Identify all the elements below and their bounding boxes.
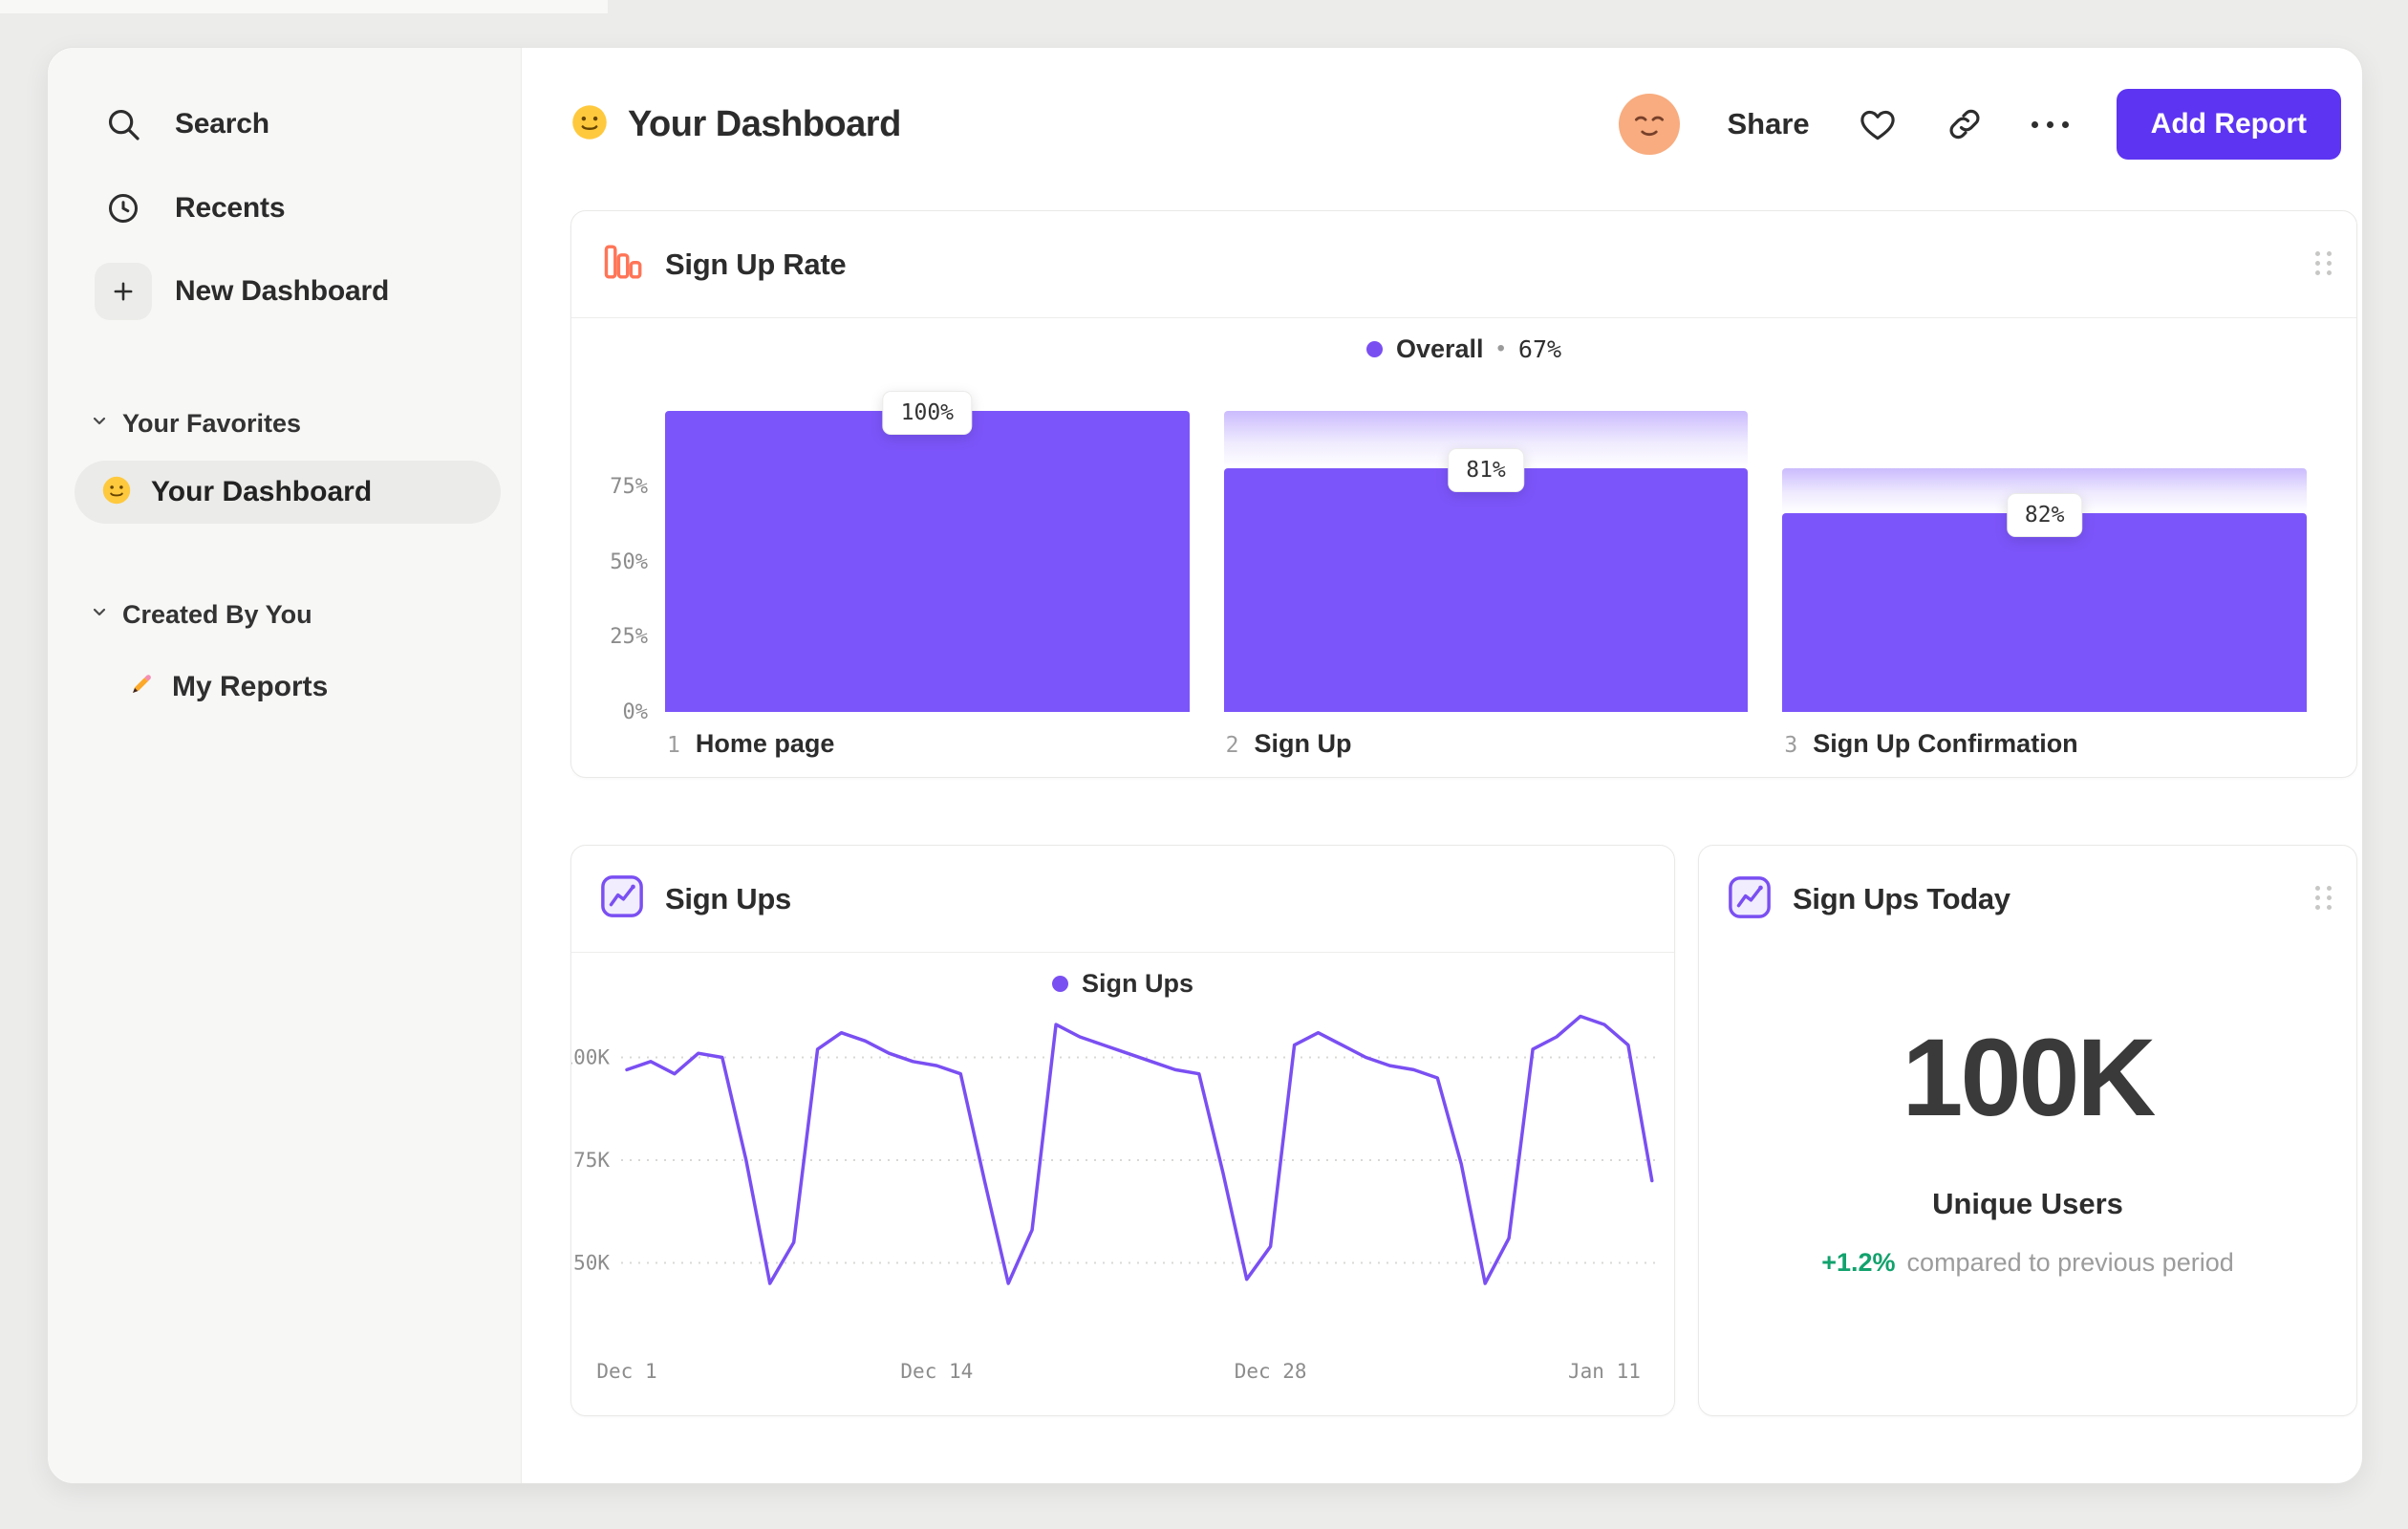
sign-ups-today-title: Sign Ups Today [1793, 882, 2010, 915]
svg-text:75K: 75K [573, 1149, 610, 1172]
drag-handle-dots[interactable] [2315, 251, 2332, 275]
sign-ups-card: Sign Ups Sign Ups 100K 75K 50K Dec 1 Dec 14 D… [570, 845, 1675, 1416]
sign-ups-line-chart[interactable]: 100K 75K 50K Dec 1 Dec 14 Dec 28 Jan 11 [571, 996, 1674, 1407]
funnel-step-column: 100% 1 Home page [665, 391, 1190, 758]
funnel-value-tooltip: 81% [1448, 447, 1524, 492]
funnel-chart-icon [600, 240, 644, 289]
stat-delta-value: +1.2% [1821, 1248, 1896, 1277]
sidebar-section-your-favorites[interactable]: Your Favorites [90, 409, 301, 439]
funnel-step-label: 3 Sign Up Confirmation [1784, 729, 2077, 759]
funnel-bar[interactable] [1782, 513, 2308, 712]
smiley-emoji [570, 103, 609, 146]
created-section-label: Created By You [122, 600, 312, 629]
favorites-item-label: Your Dashboard [151, 476, 373, 507]
funnel-value-tooltip: 100% [882, 391, 973, 435]
funnel-y-axis: 75% 50% 25% 0% [600, 411, 654, 724]
background-window-artifact [0, 0, 608, 13]
svg-text:Dec 1: Dec 1 [596, 1360, 656, 1383]
created-item-label: My Reports [172, 671, 329, 702]
svg-text:Dec 14: Dec 14 [900, 1360, 973, 1383]
page-header: Your Dashboard Share Add Report [570, 88, 2341, 161]
sign-ups-title: Sign Ups [665, 881, 791, 915]
stat-value: 100K [1902, 1017, 2157, 1139]
funnel-step-name: Home page [695, 729, 835, 758]
pencil-emoji [126, 671, 155, 704]
funnel-step-name: Sign Up [1254, 729, 1352, 758]
sign-up-rate-card: Sign Up Rate Overall • 67% 75% 50% 25% 0… [570, 210, 2357, 778]
stat-delta-row: +1.2% compared to previous period [1821, 1248, 2234, 1278]
legend-dot [1051, 975, 1068, 992]
stat-delta-description: compared to previous period [1906, 1248, 2234, 1277]
svg-text:50K: 50K [573, 1252, 610, 1275]
funnel-step-label: 2 Sign Up [1226, 729, 1352, 759]
y-axis-tick: 75% [610, 474, 648, 499]
clock-icon [95, 180, 152, 237]
line-chart-icon [1728, 875, 1772, 924]
sidebar-search-label: Search [175, 108, 269, 140]
funnel-bar[interactable] [665, 411, 1190, 712]
legend-dot [1365, 340, 1383, 357]
search-icon [95, 96, 152, 153]
sidebar-item-new-dashboard[interactable]: New Dashboard [95, 263, 389, 320]
funnel-legend: Overall • 67% [571, 318, 2356, 379]
funnel-step-number: 3 [1784, 733, 1798, 758]
page-title: Your Dashboard [628, 103, 901, 144]
line-legend-label: Sign Ups [1081, 968, 1193, 998]
funnel-step-name: Sign Up Confirmation [1813, 729, 2078, 758]
chevron-down-icon [90, 412, 109, 436]
svg-text:100K: 100K [571, 1046, 610, 1069]
sign-ups-today-card: Sign Ups Today 100K Unique Users +1.2% c… [1698, 845, 2357, 1416]
svg-text:Jan 11: Jan 11 [1568, 1360, 1641, 1383]
plus-icon [95, 263, 152, 320]
sidebar-item-my-reports[interactable]: My Reports [126, 662, 328, 712]
funnel-legend-separator: • [1496, 335, 1505, 361]
funnel-legend-label: Overall [1395, 334, 1484, 363]
funnel-step-column: 82% 3 Sign Up Confirmation [1782, 411, 2308, 758]
app-window: Search Recents New Dashboard Your Favori… [47, 47, 2363, 1484]
funnel-value-tooltip: 82% [2006, 493, 2083, 538]
funnel-step-number: 1 [667, 733, 680, 758]
drag-handle-dots[interactable] [2315, 886, 2332, 910]
ellipsis-icon[interactable] [2031, 120, 2069, 128]
funnel-bar[interactable] [1223, 467, 1749, 712]
funnel-step-number: 2 [1225, 733, 1239, 758]
sidebar-item-your-dashboard-selected[interactable]: Your Dashboard [75, 461, 501, 524]
sidebar-recents-label: Recents [175, 192, 286, 224]
sidebar-new-dashboard-label: New Dashboard [175, 275, 390, 307]
chevron-down-icon [90, 603, 109, 627]
y-axis-tick: 0% [622, 700, 649, 724]
sign-up-rate-card-header: Sign Up Rate [571, 211, 2356, 318]
line-chart-icon [600, 874, 644, 923]
sidebar-item-recents[interactable]: Recents [95, 180, 286, 237]
heart-icon[interactable] [1858, 104, 1898, 144]
y-axis-tick: 25% [610, 625, 648, 650]
link-icon[interactable] [1946, 105, 1984, 143]
sidebar-item-search[interactable]: Search [95, 96, 269, 153]
funnel-legend-value: 67% [1517, 334, 1562, 363]
funnel-step-column: 81% 2 Sign Up [1223, 411, 1749, 758]
smiley-emoji [101, 475, 132, 510]
add-report-button[interactable]: Add Report [2116, 89, 2341, 160]
sidebar: Search Recents New Dashboard Your Favori… [48, 48, 522, 1483]
favorites-section-label: Your Favorites [122, 409, 302, 438]
sign-up-rate-title: Sign Up Rate [665, 247, 847, 281]
svg-text:Dec 28: Dec 28 [1235, 1360, 1307, 1383]
funnel-plot: 75% 50% 25% 0% 100% 1 Home page 81% 2 Si… [600, 391, 2308, 758]
sign-ups-card-header: Sign Ups [571, 846, 1674, 953]
funnel-columns: 100% 1 Home page 81% 2 Sign Up 82% 3 Sig… [665, 391, 2308, 758]
stat-unit-label: Unique Users [1932, 1187, 2123, 1220]
funnel-step-label: 1 Home page [667, 729, 834, 759]
stat-body: 100K Unique Users +1.2% compared to prev… [1699, 953, 2356, 1278]
sidebar-section-created-by-you[interactable]: Created By You [90, 600, 312, 630]
y-axis-tick: 50% [610, 549, 648, 574]
share-button[interactable]: Share [1728, 107, 1810, 141]
sign-ups-today-card-header: Sign Ups Today [1699, 846, 2356, 953]
avatar-relieved-face[interactable] [1618, 94, 1680, 155]
